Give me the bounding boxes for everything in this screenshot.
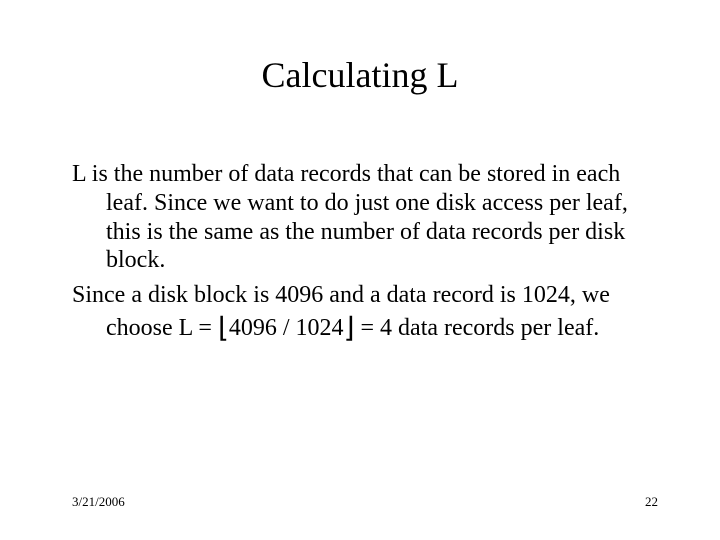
- floor-right-icon: ⌋: [344, 313, 355, 344]
- footer-date: 3/21/2006: [72, 494, 125, 510]
- floor-left-icon: ⌊: [218, 313, 229, 344]
- paragraph-1: L is the number of data records that can…: [72, 160, 658, 275]
- slide: Calculating L L is the number of data re…: [0, 0, 720, 540]
- paragraph-2: Since a disk block is 4096 and a data re…: [72, 281, 658, 343]
- slide-body: L is the number of data records that can…: [72, 160, 658, 350]
- slide-title: Calculating L: [0, 54, 720, 96]
- p2-expression: 4096 / 1024: [229, 315, 344, 341]
- footer-page-number: 22: [645, 494, 658, 510]
- p2-after: = 4 data records per leaf.: [355, 315, 600, 341]
